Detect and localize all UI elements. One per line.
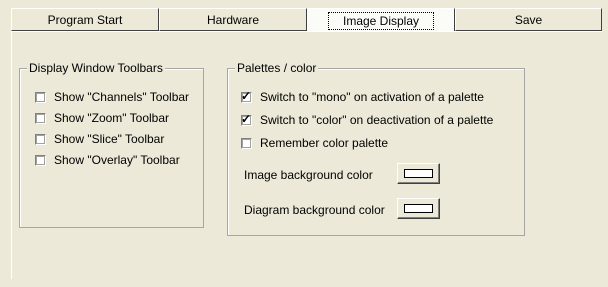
checkmark-icon: ✓ xyxy=(241,88,252,103)
tab-program-start-label: Program Start xyxy=(47,12,123,27)
display-window-toolbars-group: Display Window Toolbars Show "Channels" … xyxy=(19,61,204,228)
checkmark-icon: ✓ xyxy=(241,111,252,126)
switch-color-checkbox[interactable]: ✓ Switch to "color" on deactivation of a… xyxy=(241,112,493,128)
tab-save[interactable]: Save xyxy=(455,8,602,31)
remember-palette-checkbox[interactable]: Remember color palette xyxy=(241,135,388,151)
tab-image-display[interactable]: Image Display xyxy=(307,8,455,32)
diagram-background-color-button[interactable] xyxy=(397,198,440,219)
diagram-background-swatch xyxy=(404,204,433,213)
checkbox-label: Remember color palette xyxy=(260,136,389,150)
display-window-toolbars-title: Display Window Toolbars xyxy=(27,61,165,75)
tab-image-display-label: Image Display xyxy=(327,11,435,30)
checkbox-label: Switch to "color" on deactivation of a p… xyxy=(260,113,494,127)
show-channels-toolbar-checkbox[interactable]: Show "Channels" Toolbar xyxy=(35,89,189,105)
tab-hardware[interactable]: Hardware xyxy=(159,8,307,31)
checkbox-label: Show "Slice" Toolbar xyxy=(54,132,165,146)
checkbox-box[interactable] xyxy=(35,133,46,145)
show-slice-toolbar-checkbox[interactable]: Show "Slice" Toolbar xyxy=(35,131,164,147)
checkbox-box[interactable] xyxy=(35,112,46,124)
tab-program-start[interactable]: Program Start xyxy=(11,8,159,31)
checkbox-label: Switch to "mono" on activation of a pale… xyxy=(260,90,484,104)
image-background-color-button[interactable] xyxy=(397,163,440,184)
checkbox-label: Show "Channels" Toolbar xyxy=(54,90,190,104)
tab-save-label: Save xyxy=(514,12,543,27)
checkbox-box[interactable] xyxy=(35,154,46,166)
checkbox-box[interactable]: ✓ xyxy=(241,111,252,126)
tab-panel-image-display: Display Window Toolbars Show "Channels" … xyxy=(11,31,602,279)
switch-mono-checkbox[interactable]: ✓ Switch to "mono" on activation of a pa… xyxy=(241,89,484,105)
show-zoom-toolbar-checkbox[interactable]: Show "Zoom" Toolbar xyxy=(35,110,169,126)
tab-strip: Program Start Hardware Image Display Sav… xyxy=(11,8,602,32)
image-background-color-label: Image background color xyxy=(244,168,373,182)
palettes-color-group: Palettes / color ✓ Switch to "mono" on a… xyxy=(227,61,525,236)
checkbox-box[interactable] xyxy=(35,91,46,103)
tab-hardware-label: Hardware xyxy=(206,12,260,27)
palettes-color-title: Palettes / color xyxy=(235,61,319,75)
checkbox-label: Show "Zoom" Toolbar xyxy=(54,111,170,125)
checkbox-box[interactable] xyxy=(241,137,252,149)
show-overlay-toolbar-checkbox[interactable]: Show "Overlay" Toolbar xyxy=(35,152,180,168)
image-background-swatch xyxy=(404,169,433,178)
checkbox-box[interactable]: ✓ xyxy=(241,88,252,103)
checkbox-label: Show "Overlay" Toolbar xyxy=(54,153,180,167)
diagram-background-color-label: Diagram background color xyxy=(244,203,385,217)
